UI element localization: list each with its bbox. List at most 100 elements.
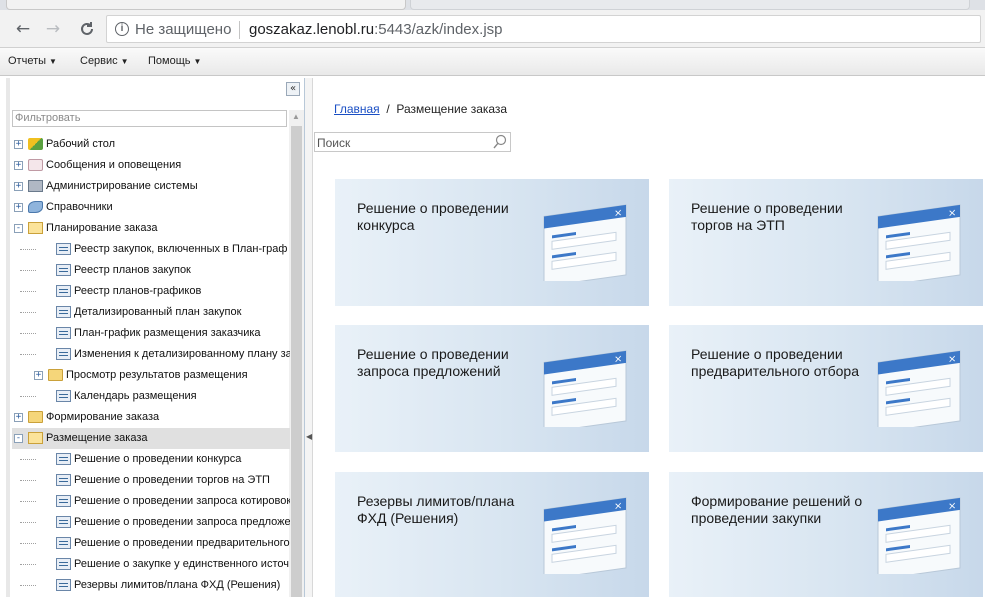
menu-help[interactable]: Помощь ▼ [148,55,201,67]
splitter-arrow-icon[interactable]: ◀ [306,432,312,441]
tile-limit-reserves[interactable]: Резервы лимитов/плана ФХД (Решения) × [335,472,649,597]
browser-tab-active[interactable] [6,0,406,10]
tree-item-label: Календарь размещения [74,390,197,402]
expand-icon[interactable]: + [14,140,23,149]
panel-splitter[interactable]: ◀ [305,78,313,597]
info-icon[interactable]: i [115,22,129,36]
tree-item-label: Решение о проведении запроса котировок [74,495,290,507]
tree-item[interactable]: + Просмотр результатов размещения [12,365,290,386]
folder-icon [48,369,63,381]
collapse-icon[interactable]: - [14,434,23,443]
tile-etp-auction-decision[interactable]: Решение о проведении торгов на ЭТП × [669,179,983,306]
menu-label: Помощь [148,55,191,67]
tree-item[interactable]: Решение о проведении предварительного [12,533,290,554]
security-label[interactable]: Не защищено [135,21,231,38]
tree-item[interactable]: Детализированный план закупок [12,302,290,323]
tree-connector [20,396,36,397]
expand-icon[interactable]: + [14,182,23,191]
main-content: Главная / Размещение заказа Поиск Решени… [314,78,985,597]
tree-connector [20,585,36,586]
tree-item-label: Решение о проведении конкурса [74,453,242,465]
menu-reports[interactable]: Отчеты ▼ [8,55,57,67]
form-window-icon: × [540,347,630,434]
browser-tab[interactable] [410,0,970,10]
tree-connector [20,564,36,565]
svg-text:×: × [614,207,622,219]
filter-input[interactable]: Фильтровать [12,110,287,127]
form-window-icon: × [874,347,964,434]
expand-icon[interactable]: + [34,371,43,380]
tree-item[interactable]: + Сообщения и оповещения [12,155,290,176]
url-text[interactable]: goszakaz.lenobl.ru:5443/azk/index.jsp [249,21,503,38]
breadcrumb-home-link[interactable]: Главная [334,102,380,116]
tree-item[interactable]: + Справочники [12,197,290,218]
tree-item[interactable]: Календарь размещения [12,386,290,407]
tile-contest-decision[interactable]: Решение о проведении конкурса × [335,179,649,306]
collapse-icon[interactable]: - [14,224,23,233]
tile-title: Решение о проведении запроса предложений [357,346,509,379]
menu-label: Сервис [80,55,118,67]
tree-item[interactable]: + Формирование заказа [12,407,290,428]
breadcrumb: Главная / Размещение заказа [334,102,507,116]
expand-icon[interactable]: + [14,203,23,212]
browser-window: ← → i Не защищено goszakaz.lenobl.ru:544… [0,0,985,597]
collapse-panel-button[interactable]: « [286,82,300,96]
tree-item[interactable]: Решение о проведении торгов на ЭТП [12,470,290,491]
tree-item-label: Решение о проведении предварительного [74,537,290,549]
url-path: :5443/azk/index.jsp [374,21,503,38]
url-host: goszakaz.lenobl.ru [249,21,375,38]
tree-item-label: Просмотр результатов размещения [66,369,248,381]
tree-item[interactable]: Реестр планов закупок [12,260,290,281]
tree-connector [20,270,36,271]
breadcrumb-current: Размещение заказа [396,102,508,116]
expand-icon[interactable]: + [14,161,23,170]
tree-item[interactable]: + Рабочий стол [12,134,290,155]
document-icon [56,537,71,549]
tree-item-label: Реестр планов закупок [74,264,191,276]
folder-open-icon [28,222,43,234]
tree-item[interactable]: Решение о закупке у единственного источ [12,554,290,575]
form-window-icon: × [540,201,630,288]
tree-item[interactable]: Решение о проведении запроса предложе [12,512,290,533]
tree-item[interactable]: Резервы лимитов/плана ФХД (Решения) [12,575,290,596]
tree-item[interactable]: Реестр закупок, включенных в План-граф [12,239,290,260]
tree-connector [20,291,36,292]
tree-item[interactable]: Реестр планов-графиков [12,281,290,302]
tree-item-label: План-график размещения заказчика [74,327,261,339]
browser-toolbar: ← → i Не защищено goszakaz.lenobl.ru:544… [0,10,985,48]
address-bar[interactable]: i Не защищено goszakaz.lenobl.ru:5443/az… [106,15,981,43]
search-input[interactable]: Поиск [314,132,511,152]
scroll-thumb[interactable] [291,126,302,597]
tree-item[interactable]: Решение о проведении запроса котировок [12,491,290,512]
tree-item[interactable]: План-график размещения заказчика [12,323,290,344]
menu-label: Отчеты [8,55,47,67]
caret-down-icon: ▼ [193,57,202,66]
tab-strip [0,0,985,10]
tree-item[interactable]: Изменения к детализированному плану за [12,344,290,365]
tree-item-label: Формирование заказа [46,411,160,423]
document-icon [56,327,71,339]
tree-item-label: Решение о проведении торгов на ЭТП [74,474,270,486]
tile-title: Решение о проведении конкурса [357,200,509,233]
tree-item[interactable]: Решение о проведении конкурса [12,449,290,470]
tree-scrollbar[interactable]: ▲ [289,110,304,597]
tree-item[interactable]: + Администрирование системы [12,176,290,197]
expand-icon[interactable]: + [14,413,23,422]
scroll-up-icon[interactable]: ▲ [292,112,300,121]
tree-item[interactable]: - Размещение заказа [12,428,290,449]
search-icon[interactable] [493,134,507,150]
forward-button[interactable]: → [42,18,64,40]
reload-button[interactable] [76,18,98,40]
document-icon [56,474,71,486]
navigation-panel: « Фильтровать ▲ + Рабочий стол + Сообщения … [6,78,305,597]
back-button[interactable]: ← [12,18,34,40]
document-icon [56,264,71,276]
caret-down-icon: ▼ [120,57,129,66]
document-icon [56,579,71,591]
menu-service[interactable]: Сервис ▼ [80,55,129,67]
tile-form-procurement-decisions[interactable]: Формирование решений о проведении закупк… [669,472,983,597]
tile-preselection-decision[interactable]: Решение о проведении предварительного от… [669,325,983,452]
tree-item-label: Реестр планов-графиков [74,285,202,297]
tile-proposal-request-decision[interactable]: Решение о проведении запроса предложений… [335,325,649,452]
tree-item[interactable]: - Планирование заказа [12,218,290,239]
